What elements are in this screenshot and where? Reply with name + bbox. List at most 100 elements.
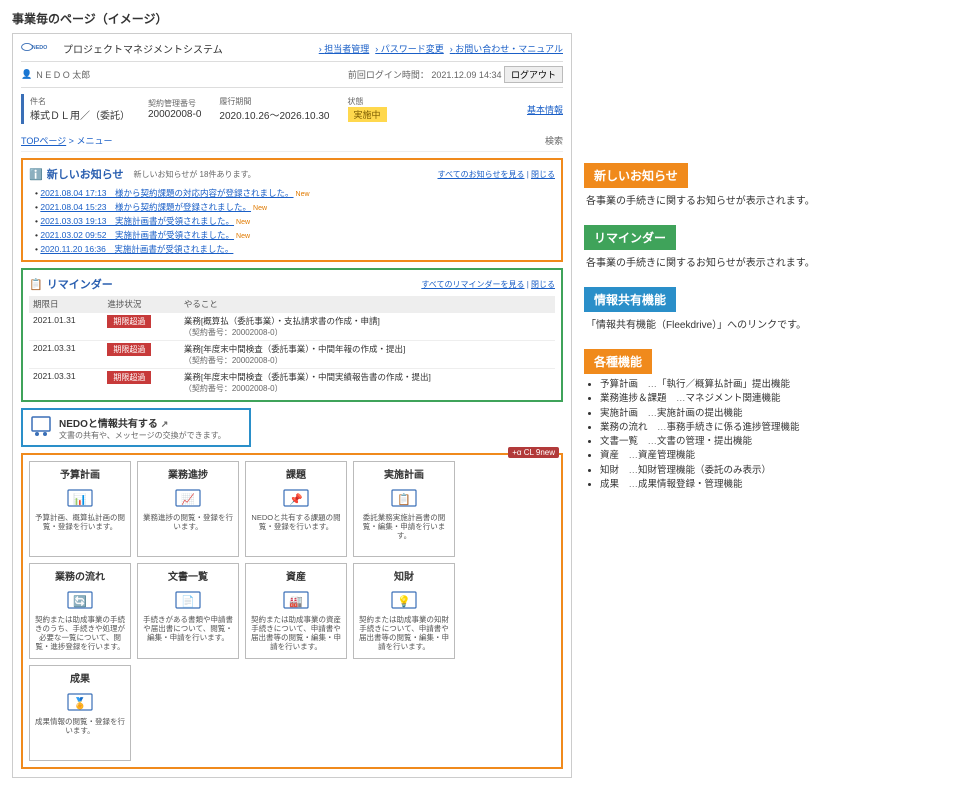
- external-link-icon: ↗: [161, 419, 169, 429]
- header-links: 担当者管理 パスワード変更 お問い合わせ・マニュアル: [319, 42, 563, 55]
- card-desc: 契約または助成事業の知財手続きについて、申請書や届出書等の閲覧・編集・申請を行い…: [358, 615, 450, 651]
- user-icon: 👤: [21, 69, 32, 80]
- th-todo: やること: [180, 296, 555, 313]
- card-icon: 🏅: [66, 689, 94, 715]
- basic-info-link[interactable]: 基本情報: [527, 103, 563, 116]
- oshiraze-link[interactable]: 2021.08.04 15:23 様から契約課題が登録されました。: [40, 202, 251, 212]
- contract-period: 2020.10.26～2026.10.30: [219, 107, 329, 122]
- svg-text:📌: 📌: [289, 492, 303, 506]
- oshiraze-link[interactable]: 2021.08.04 17:13 様から契約課題の対応内容が登録されました。: [40, 188, 293, 198]
- rm-date: 2021.03.31: [29, 341, 103, 369]
- svg-text:📄: 📄: [181, 595, 195, 608]
- function-card-業務の流れ[interactable]: 業務の流れ 🔄 契約または助成事業の手続きのうち、手続きや処理が必要な一覧について、…: [29, 563, 131, 659]
- callout-reminder: リマインダー 各事業の手続きに関するお知らせが表示されます。: [584, 225, 944, 273]
- rm-todo: 業務[年度末中間検査（委託事業）・中間実績報告書の作成・提出]（契約番号：200…: [180, 369, 555, 397]
- rm-todo: 業務[年度末中間検査（委託事業）・中間年報の作成・提出]（契約番号：200020…: [180, 341, 555, 369]
- contract-period-label: 履行期間: [219, 96, 329, 107]
- contract-mgmt-label: 契約管理番号: [148, 98, 201, 109]
- oshiraze-close-link[interactable]: 閉じる: [531, 170, 555, 179]
- reminder-close-link[interactable]: 閉じる: [531, 280, 555, 289]
- reminder-row: 2021.03.31 期限超過 業務[年度末中間検査（委託事業）・中間実績報告書の作…: [29, 369, 555, 397]
- func-list-item: 業務の流れ …事務手続きに係る進捗管理機能: [600, 421, 942, 435]
- oshiraze-title: 新しいお知らせ: [47, 166, 124, 182]
- oshiraze-item: • 2021.03.03 19:13 実施計画書が受領されました。New: [35, 214, 555, 228]
- link-password[interactable]: パスワード変更: [375, 42, 444, 55]
- card-icon: 📋: [390, 485, 418, 511]
- func-list-item: 知財 …知財管理機能（委託のみ表示）: [600, 464, 942, 478]
- card-icon: 📈: [174, 485, 202, 511]
- link-contact[interactable]: お問い合わせ・マニュアル: [450, 42, 563, 55]
- svg-text:🏭: 🏭: [289, 595, 303, 608]
- reminder-row: 2021.03.31 期限超過 業務[年度末中間検査（委託事業）・中間年報の作成・提…: [29, 341, 555, 369]
- user-bar: 👤 N E D O 太郎 前回ログイン時間： 2021.12.09 14:34 …: [21, 61, 563, 88]
- link-tantousha[interactable]: 担当者管理: [319, 42, 370, 55]
- function-card-課題[interactable]: 課題 📌 NEDOと共有する課題の閲覧・登録を行います。: [245, 461, 347, 557]
- info-icon: ℹ️: [29, 168, 43, 181]
- oshiraze-link[interactable]: 2020.11.20 16:36 実施計画書が受領されました。: [40, 244, 233, 254]
- overdue-badge: 期限超過: [107, 371, 151, 384]
- card-title: 予算計画: [60, 466, 100, 481]
- oshiraze-sub: 新しいお知らせが 18件あります。: [133, 169, 255, 180]
- function-card-成果[interactable]: 成果 🏅 成果情報の閲覧・登録を行います。: [29, 665, 131, 761]
- oshiraze-link[interactable]: 2021.03.03 19:13 実施計画書が受領されました。: [40, 216, 234, 226]
- share-sub: 文書の共有や、メッセージの交換ができます。: [59, 430, 226, 441]
- contract-status-label: 状態: [348, 96, 387, 107]
- callout-oshiraze-hdr: 新しいお知らせ: [584, 163, 688, 188]
- callout-oshiraze-body: 各事業の手続きに関するお知らせが表示されます。: [584, 188, 944, 211]
- rm-date: 2021.01.31: [29, 313, 103, 341]
- card-title: 業務の流れ: [55, 568, 105, 583]
- card-title: 資産: [286, 568, 306, 583]
- callout-share: 情報共有機能 「情報共有機能（Fleekdrive）」へのリンクです。: [584, 287, 944, 335]
- card-title: 課題: [286, 466, 306, 481]
- function-card-資産[interactable]: 資産🏭契約または助成事業の資産手続きについて、申請書や届出書等の閲覧・編集・申請…: [245, 563, 347, 659]
- search-label[interactable]: 検索: [545, 134, 563, 147]
- panel-functions: +α CL 9new 予算計画📊予算計画、概算払計画の閲覧・登録を行います。業務…: [21, 453, 563, 769]
- logo-icon: NEDO: [21, 40, 57, 57]
- logout-button[interactable]: ログアウト: [504, 66, 563, 83]
- oshiraze-all-link[interactable]: すべてのお知らせを見る: [438, 170, 525, 179]
- function-card-業務進捗[interactable]: 業務進捗📈業務進捗の閲覧・登録を行います。: [137, 461, 239, 557]
- th-date: 期限日: [29, 296, 103, 313]
- breadcrumb-top[interactable]: TOPページ: [21, 136, 66, 146]
- oshiraze-item: • 2021.08.04 15:23 様から契約課題が登録されました。New: [35, 200, 555, 214]
- card-title: 成果: [70, 670, 90, 685]
- contract-mgmt: 20002008-0: [148, 109, 201, 120]
- oshiraze-item: • 2020.11.20 16:36 実施計画書が受領されました。: [35, 242, 555, 256]
- last-login: 2021.12.09 14:34: [431, 70, 501, 80]
- rm-date: 2021.03.31: [29, 369, 103, 397]
- app-header: NEDO プロジェクトマネジメントシステム 担当者管理 パスワード変更 お問い合…: [21, 38, 563, 61]
- oshiraze-link[interactable]: 2021.03.02 09:52 実施計画書が受領されました。: [40, 230, 234, 240]
- svg-text:📈: 📈: [181, 493, 195, 506]
- th-status: 進捗状況: [103, 296, 180, 313]
- card-icon: 📊: [66, 485, 94, 511]
- panel-oshiraze: ℹ️ 新しいお知らせ 新しいお知らせが 18件あります。 すべてのお知らせを見る…: [21, 158, 563, 262]
- card-desc: 成果情報の閲覧・登録を行います。: [34, 717, 126, 735]
- function-card-知財[interactable]: 知財💡契約または助成事業の知財手続きについて、申請書や届出書等の閲覧・編集・申請…: [353, 563, 455, 659]
- card-desc: NEDOと共有する課題の閲覧・登録を行います。: [250, 513, 342, 531]
- function-card-実施計画[interactable]: 実施計画📋委託業務実施計画書の閲覧・編集・申請を行います。: [353, 461, 455, 557]
- panel-share[interactable]: NEDOと情報共有する ↗ 文書の共有や、メッセージの交換ができます。: [21, 408, 251, 447]
- breadcrumb: TOPページ > メニュー 検索: [21, 130, 563, 152]
- reminder-all-link[interactable]: すべてのリマインダーを見る: [421, 280, 524, 289]
- callout-share-body: 「情報共有機能（Fleekdrive）」へのリンクです。: [584, 312, 944, 335]
- callout-functions-hdr: 各種機能: [584, 349, 652, 374]
- app-window: NEDO プロジェクトマネジメントシステム 担当者管理 パスワード変更 お問い合…: [12, 33, 572, 778]
- card-icon: 📄: [174, 587, 202, 613]
- breadcrumb-current: メニュー: [76, 136, 112, 146]
- contract-name: 様式ＤＬ用／（委託）: [30, 107, 130, 122]
- func-list-item: 実施計画 …実施計画の提出機能: [600, 407, 942, 421]
- function-card-文書一覧[interactable]: 文書一覧📄手続きがある書類や申請書や届出書について、閲覧・編集・申請を行います。: [137, 563, 239, 659]
- callout-share-hdr: 情報共有機能: [584, 287, 676, 312]
- card-desc: 契約または助成事業の手続きのうち、手続きや処理が必要な一覧について、閲覧・進捗登…: [34, 615, 126, 651]
- card-title: 知財: [394, 568, 414, 583]
- func-list-item: 予算計画 …「執行／概算払計画」提出機能: [600, 378, 942, 392]
- card-icon: 🔄: [66, 587, 94, 613]
- card-desc: 手続きがある書類や申請書や届出書について、閲覧・編集・申請を行います。: [142, 615, 234, 642]
- overdue-badge: 期限超過: [107, 315, 151, 328]
- svg-text:🏅: 🏅: [73, 697, 87, 710]
- svg-text:🔄: 🔄: [73, 595, 87, 608]
- function-card-予算計画[interactable]: 予算計画 📊 予算計画、概算払計画の閲覧・登録を行います。: [29, 461, 131, 557]
- callouts: 新しいお知らせ 各事業の手続きに関するお知らせが表示されます。 リマインダー 各…: [584, 33, 944, 778]
- overdue-badge: 期限超過: [107, 343, 151, 356]
- card-desc: 予算計画、概算払計画の閲覧・登録を行います。: [34, 513, 126, 531]
